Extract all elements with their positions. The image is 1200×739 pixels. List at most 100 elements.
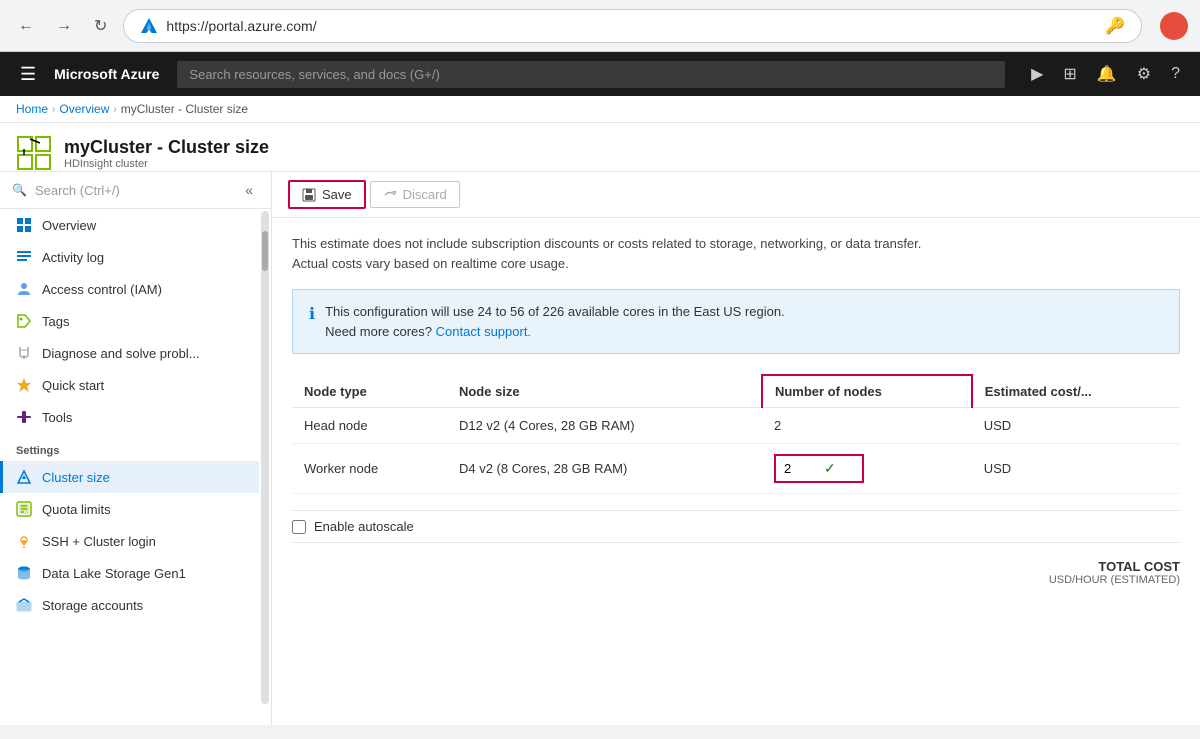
address-bar[interactable]: https://portal.azure.com/ 🔑	[123, 9, 1142, 43]
ssh-login-icon	[16, 533, 32, 549]
page-header: myCluster - Cluster size HDInsight clust…	[0, 123, 1200, 172]
table-row-head-node: Head node D12 v2 (4 Cores, 28 GB RAM) 2 …	[292, 408, 1180, 444]
azure-topnav: ☰ Microsoft Azure ▶ ⊞ 🔔 ⚙ ?	[0, 52, 1200, 96]
save-icon	[302, 188, 316, 202]
cluster-icon	[16, 135, 52, 171]
cluster-table: Node type Node size Number of nodes Esti…	[292, 374, 1180, 494]
sidebar-label-tools: Tools	[42, 410, 72, 425]
sidebar-label-data-lake: Data Lake Storage Gen1	[42, 566, 186, 581]
quota-limits-icon	[16, 501, 32, 517]
info-message-text: This configuration will use 24 to 56 of …	[325, 304, 785, 339]
back-button[interactable]: ←	[12, 13, 40, 39]
hamburger-button[interactable]: ☰	[12, 60, 44, 89]
breadcrumb-sep-2: ›	[113, 104, 116, 115]
sidebar-collapse-button[interactable]: «	[239, 180, 259, 200]
browser-chrome: ← → ↻ https://portal.azure.com/ 🔑	[0, 0, 1200, 52]
total-cost-section: TOTAL COST USD/HOUR (ESTIMATED)	[292, 542, 1180, 602]
help-button[interactable]: ?	[1163, 59, 1188, 89]
node-input-check-icon: ✓	[824, 460, 836, 477]
breadcrumb-overview[interactable]: Overview	[59, 102, 109, 116]
sidebar-item-diagnose[interactable]: Diagnose and solve probl...	[0, 337, 259, 369]
head-node-type: Head node	[292, 408, 447, 444]
th-node-type: Node type	[292, 375, 447, 408]
settings-button[interactable]: ⚙	[1129, 58, 1159, 90]
toolbar: Save Discard	[272, 172, 1200, 218]
autoscale-row: Enable autoscale	[292, 510, 1180, 542]
overview-icon	[16, 217, 32, 233]
info-box: ℹ This configuration will use 24 to 56 o…	[292, 289, 1180, 354]
sidebar-item-activity-log[interactable]: Activity log	[0, 241, 259, 273]
azure-logo-icon	[140, 17, 158, 35]
page-title: myCluster - Cluster size	[64, 137, 269, 158]
sidebar-item-access-control[interactable]: Access control (IAM)	[0, 273, 259, 305]
th-estimated-cost: Estimated cost/...	[972, 375, 1180, 408]
sidebar-scrollbar[interactable]	[261, 211, 269, 704]
refresh-button[interactable]: ↻	[88, 12, 113, 40]
forward-button[interactable]: →	[50, 13, 78, 39]
discard-icon	[383, 188, 397, 202]
sidebar-search-input[interactable]	[35, 183, 231, 198]
enable-autoscale-checkbox[interactable]	[292, 520, 306, 534]
tags-icon	[16, 313, 32, 329]
search-icon: 🔍	[12, 183, 27, 197]
enable-autoscale-label: Enable autoscale	[314, 519, 414, 534]
table-row-worker-node: Worker node D4 v2 (8 Cores, 28 GB RAM) ✓…	[292, 444, 1180, 494]
breadcrumb-current: myCluster - Cluster size	[121, 102, 248, 116]
page-subtitle: HDInsight cluster	[64, 158, 269, 170]
sidebar-item-ssh-login[interactable]: SSH + Cluster login	[0, 525, 259, 557]
head-node-size: D12 v2 (4 Cores, 28 GB RAM)	[447, 408, 762, 444]
sidebar-label-storage-accounts: Storage accounts	[42, 598, 143, 613]
discard-button[interactable]: Discard	[370, 181, 460, 208]
sidebar-label-access-control: Access control (IAM)	[42, 282, 162, 297]
quick-start-icon	[16, 377, 32, 393]
sidebar-item-overview[interactable]: Overview	[0, 209, 259, 241]
th-node-size: Node size	[447, 375, 762, 408]
tools-icon	[16, 409, 32, 425]
total-cost-sub-label: USD/HOUR (ESTIMATED)	[292, 574, 1180, 586]
sidebar-scrollbar-thumb	[262, 231, 268, 271]
breadcrumb: Home › Overview › myCluster - Cluster si…	[0, 96, 1200, 123]
sidebar: 🔍 « Overview	[0, 172, 272, 725]
global-search-input[interactable]	[177, 61, 1005, 88]
worker-node-input-wrapper: ✓	[774, 454, 864, 483]
access-control-icon	[16, 281, 32, 297]
user-avatar[interactable]	[1160, 12, 1188, 40]
breadcrumb-home[interactable]: Home	[16, 102, 48, 116]
sidebar-label-cluster-size: Cluster size	[42, 470, 110, 485]
azure-brand-label: Microsoft Azure	[54, 66, 159, 82]
sidebar-label-quick-start: Quick start	[42, 378, 104, 393]
sidebar-label-diagnose: Diagnose and solve probl...	[42, 346, 200, 361]
sidebar-label-activity-log: Activity log	[42, 250, 104, 265]
save-button[interactable]: Save	[288, 180, 366, 209]
cluster-size-icon	[16, 469, 32, 485]
content-body: This estimate does not include subscript…	[272, 218, 1200, 618]
worker-node-count-input[interactable]	[784, 461, 824, 476]
sidebar-item-data-lake[interactable]: Data Lake Storage Gen1	[0, 557, 259, 589]
cloud-shell-button[interactable]: ▶	[1023, 58, 1051, 90]
breadcrumb-sep-1: ›	[52, 104, 55, 115]
sidebar-label-quota-limits: Quota limits	[42, 502, 111, 517]
sidebar-item-tools[interactable]: Tools	[0, 401, 259, 433]
sidebar-item-cluster-size[interactable]: Cluster size	[0, 461, 259, 493]
sidebar-item-quota-limits[interactable]: Quota limits	[0, 493, 259, 525]
worker-node-count-cell: ✓	[762, 444, 972, 494]
notifications-button[interactable]: 🔔	[1089, 58, 1125, 90]
info-icon: ℹ	[309, 303, 315, 327]
notice-text: This estimate does not include subscript…	[292, 234, 1180, 273]
sidebar-label-overview: Overview	[42, 218, 96, 233]
worker-node-cost: USD	[972, 444, 1180, 494]
contact-support-link[interactable]: Contact support.	[436, 324, 531, 339]
topnav-icons: ▶ ⊞ 🔔 ⚙ ?	[1023, 58, 1188, 90]
url-text: https://portal.azure.com/	[166, 18, 316, 34]
sidebar-item-tags[interactable]: Tags	[0, 305, 259, 337]
head-node-cost: USD	[972, 408, 1180, 444]
sidebar-item-storage-accounts[interactable]: Storage accounts	[0, 589, 259, 621]
worker-node-size: D4 v2 (8 Cores, 28 GB RAM)	[447, 444, 762, 494]
sidebar-item-quick-start[interactable]: Quick start	[0, 369, 259, 401]
diagnose-icon	[16, 345, 32, 361]
th-number-of-nodes: Number of nodes	[762, 375, 972, 408]
key-icon: 🔑	[1105, 16, 1125, 36]
content-area: Save Discard This estimate does not incl…	[272, 172, 1200, 725]
directory-button[interactable]: ⊞	[1055, 58, 1084, 90]
sidebar-label-ssh-login: SSH + Cluster login	[42, 534, 156, 549]
